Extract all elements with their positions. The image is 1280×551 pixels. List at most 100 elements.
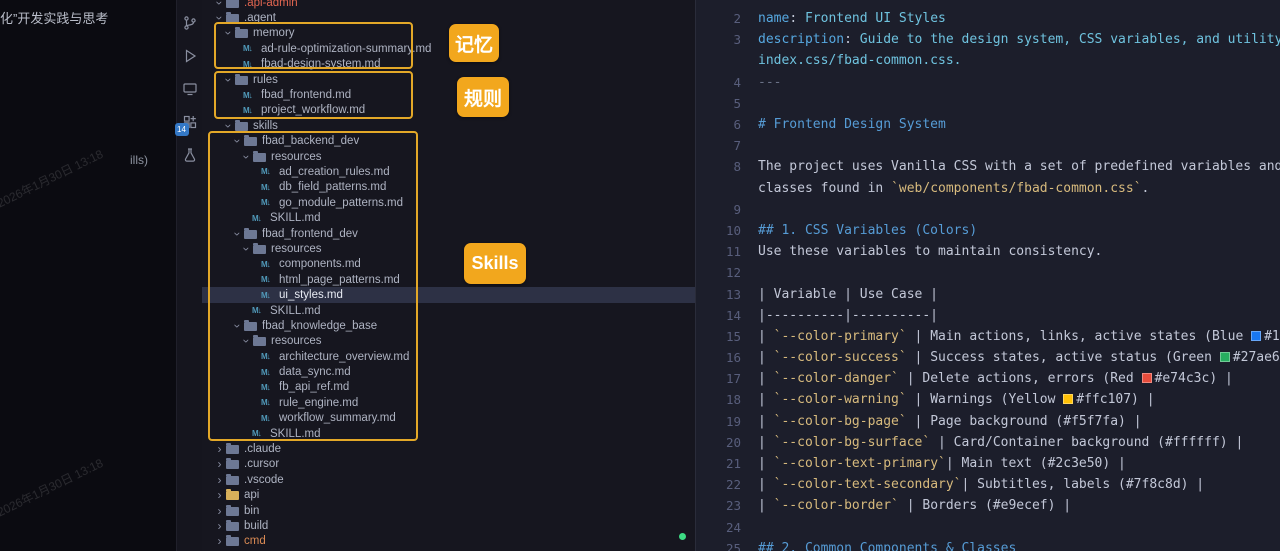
tree-row-skills[interactable]: ›skills <box>202 118 695 133</box>
chevron-right-icon: › <box>214 489 225 501</box>
folder-icon <box>226 445 239 454</box>
code-token: . <box>1142 181 1150 196</box>
tree-row-bin[interactable]: ›bin <box>202 503 695 518</box>
tree-row-.claude[interactable]: ›.claude <box>202 441 695 456</box>
code-token: `--color-bg-surface` <box>774 435 931 450</box>
editor-pane[interactable]: 2name: Frontend UI Styles3description: G… <box>695 0 1280 551</box>
chevron-down-icon: › <box>232 320 244 331</box>
code-line: 8The project uses Vanilla CSS with a set… <box>696 156 1280 177</box>
tree-row-.agent[interactable]: ›.agent <box>202 10 695 25</box>
chevron-down-icon: › <box>241 151 253 162</box>
code-line-content: classes found in `web/components/fbad-co… <box>758 181 1149 196</box>
extensions-icon[interactable]: 14 <box>181 113 199 131</box>
line-number: 24 <box>696 520 741 535</box>
tree-row-rules[interactable]: ›rules <box>202 72 695 87</box>
tree-row-go_module_patterns.md[interactable]: M↓go_module_patterns.md <box>202 195 695 210</box>
code-token: |----------|----------| <box>758 308 938 323</box>
code-line-content: | `--color-bg-surface` | Card/Container … <box>758 435 1243 450</box>
source-control-icon[interactable] <box>181 14 199 32</box>
tree-item-label: fbad-design-system.md <box>261 58 381 70</box>
code-token: name <box>758 11 789 26</box>
code-line: classes found in `web/components/fbad-co… <box>696 178 1280 199</box>
tree-row-resources[interactable]: ›resources <box>202 334 695 349</box>
tree-row-build[interactable]: ›build <box>202 518 695 533</box>
code-line: 15| `--color-primary` | Main actions, li… <box>696 326 1280 347</box>
tree-row-fb_api_ref.md[interactable]: M↓fb_api_ref.md <box>202 380 695 395</box>
tree-row-workflow_summary.md[interactable]: M↓workflow_summary.md <box>202 411 695 426</box>
tree-item-label: ad_creation_rules.md <box>279 166 390 178</box>
tree-row-data_sync.md[interactable]: M↓data_sync.md <box>202 364 695 379</box>
line-number: 22 <box>696 477 741 492</box>
tree-item-label: rule_engine.md <box>279 397 358 409</box>
markdown-file-icon: M↓ <box>252 306 266 315</box>
tree-row-fbad_knowledge_base[interactable]: ›fbad_knowledge_base <box>202 318 695 333</box>
tree-row-.vscode[interactable]: ›.vscode <box>202 472 695 487</box>
tree-row-cmd[interactable]: ›cmd <box>202 534 695 549</box>
code-line-content: | `--color-danger` | Delete actions, err… <box>758 371 1233 386</box>
code-token: : <box>789 11 805 26</box>
debug-icon[interactable] <box>181 47 199 65</box>
code-token: #e74c3c) | <box>1155 371 1233 386</box>
line-number: 20 <box>696 435 741 450</box>
tree-row-resources[interactable]: ›resources <box>202 149 695 164</box>
line-number: 9 <box>696 202 741 217</box>
code-line: 2name: Frontend UI Styles <box>696 8 1280 29</box>
folder-icon <box>226 0 239 8</box>
code-token: #ffc107) | <box>1076 392 1154 407</box>
editor-code: 2name: Frontend UI Styles3description: G… <box>696 8 1280 551</box>
tree-row-fbad-design-system.md[interactable]: M↓fbad-design-system.md <box>202 57 695 72</box>
tree-row-SKILL.md[interactable]: M↓SKILL.md <box>202 210 695 225</box>
tree-row-api[interactable]: ›api <box>202 488 695 503</box>
markdown-file-icon: M↓ <box>243 106 257 115</box>
code-line: 13| Variable | Use Case | <box>696 283 1280 304</box>
test-beaker-icon[interactable] <box>181 146 199 164</box>
tree-item-label: SKILL.md <box>270 428 321 440</box>
color-swatch <box>1220 352 1230 362</box>
remote-window-icon[interactable] <box>181 80 199 98</box>
code-token: #1877f2) | <box>1264 329 1280 344</box>
activity-bar: 14 <box>176 0 202 551</box>
extensions-badge: 14 <box>175 123 189 136</box>
tree-row-rule_engine.md[interactable]: M↓rule_engine.md <box>202 395 695 410</box>
tree-row-fbad_frontend.md[interactable]: M↓fbad_frontend.md <box>202 87 695 102</box>
code-line-content: ## 2. Common Components & Classes <box>758 541 1016 551</box>
code-line: 7 <box>696 135 1280 156</box>
code-token: | Main text (#2c3e50) | <box>946 456 1126 471</box>
code-token: `--color-warning` <box>774 392 907 407</box>
tree-row-fbad_backend_dev[interactable]: ›fbad_backend_dev <box>202 134 695 149</box>
line-number: 16 <box>696 350 741 365</box>
chevron-down-icon: › <box>214 0 226 8</box>
tree-row-architecture_overview.md[interactable]: M↓architecture_overview.md <box>202 349 695 364</box>
tree-row-project_workflow.md[interactable]: M↓project_workflow.md <box>202 103 695 118</box>
code-token: description <box>758 32 844 47</box>
code-line-content: # Frontend Design System <box>758 117 946 132</box>
markdown-file-icon: M↓ <box>261 275 275 284</box>
tree-row-SKILL.md[interactable]: M↓SKILL.md <box>202 426 695 441</box>
tree-row-ui_styles.md[interactable]: M↓ui_styles.md <box>202 287 695 302</box>
tree-row-db_field_patterns.md[interactable]: M↓db_field_patterns.md <box>202 180 695 195</box>
markdown-file-icon: M↓ <box>261 383 275 392</box>
tree-item-label: .vscode <box>244 474 284 486</box>
tree-item-label: build <box>244 520 268 532</box>
code-line-content: --- <box>758 75 781 90</box>
folder-icon <box>244 230 257 239</box>
tree-row-SKILL.md[interactable]: M↓SKILL.md <box>202 303 695 318</box>
code-line-content: | `--color-primary` | Main actions, link… <box>758 329 1280 344</box>
tree-row-ad_creation_rules.md[interactable]: M↓ad_creation_rules.md <box>202 164 695 179</box>
code-token: `--color-text-primary` <box>774 456 946 471</box>
tree-item-label: resources <box>271 243 322 255</box>
tree-item-label: .agent <box>244 12 276 24</box>
code-line-content: |----------|----------| <box>758 308 938 323</box>
code-token: | <box>758 371 774 386</box>
tree-row-html_page_patterns.md[interactable]: M↓html_page_patterns.md <box>202 272 695 287</box>
code-token: Frontend UI Styles <box>805 11 946 26</box>
memory-sticker-label: 记忆 <box>449 24 499 62</box>
tree-row-resources[interactable]: ›resources <box>202 241 695 256</box>
tree-row-.api-admin[interactable]: ›.api-admin <box>202 0 695 10</box>
tree-row-components.md[interactable]: M↓components.md <box>202 257 695 272</box>
tree-row-.cursor[interactable]: ›.cursor <box>202 457 695 472</box>
code-token: | Variable | Use Case | <box>758 287 938 302</box>
tree-row-fbad_frontend_dev[interactable]: ›fbad_frontend_dev <box>202 226 695 241</box>
code-token: | <box>758 477 774 492</box>
code-token: `web/components/fbad-common.css` <box>891 181 1141 196</box>
